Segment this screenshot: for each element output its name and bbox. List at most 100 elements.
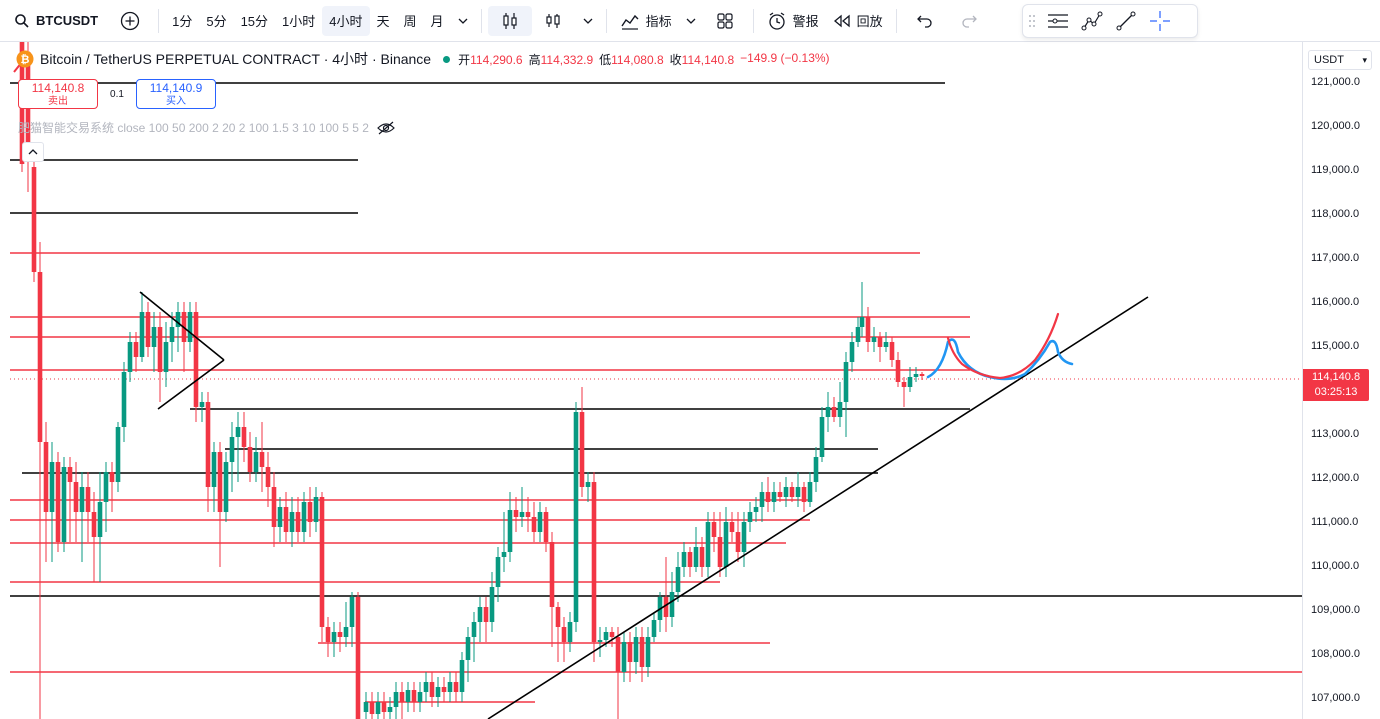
candle-body <box>235 427 241 437</box>
redo-button[interactable] <box>947 6 991 36</box>
drag-handle[interactable] <box>1023 6 1041 36</box>
candle-body <box>507 510 513 552</box>
candle-body <box>597 640 603 642</box>
candle-body <box>151 327 157 347</box>
sell-button[interactable]: 114,140.8 卖出 <box>18 79 98 109</box>
candle-body <box>295 512 301 532</box>
redo-icon <box>961 15 977 28</box>
bar-type-button[interactable] <box>532 6 576 36</box>
candle-body <box>771 492 777 502</box>
candle-body <box>549 542 555 607</box>
candle-body <box>211 452 217 487</box>
candle-body <box>67 467 73 482</box>
chart-pane[interactable] <box>0 42 1302 719</box>
candle-body <box>337 632 343 637</box>
candle-body <box>247 447 253 472</box>
indicators-dropdown[interactable] <box>679 6 703 36</box>
change-value: −149.9 (−0.13%) <box>740 50 830 65</box>
alert-button[interactable]: 警报 <box>760 6 826 36</box>
path-tool[interactable] <box>1075 6 1109 36</box>
divider <box>752 8 754 33</box>
horizontal-lines-tool[interactable] <box>1041 6 1075 36</box>
indicators-label: 指标 <box>645 14 672 29</box>
interval-1m[interactable]: 1分 <box>165 6 199 36</box>
currency-label: USDT <box>1314 54 1344 66</box>
candle-body <box>115 427 121 482</box>
interval-1d[interactable]: 天 <box>370 6 397 36</box>
indicator-legend[interactable]: 肥猫智能交易系统 close 100 50 200 2 20 2 100 1.5… <box>18 119 395 136</box>
candle-body <box>73 482 79 512</box>
price-chart[interactable] <box>0 42 1302 719</box>
candle-body <box>369 702 375 714</box>
layouts-button[interactable] <box>703 6 747 36</box>
candle-body <box>393 692 399 707</box>
price-tick-label: 120,000.0 <box>1311 120 1360 132</box>
candle-body <box>223 462 229 512</box>
price-tick-label: 117,000.0 <box>1311 252 1360 264</box>
compare-symbol-button[interactable] <box>108 6 152 36</box>
candle-body <box>639 637 645 667</box>
alarm-clock-icon <box>768 11 785 30</box>
candle-body <box>687 552 693 567</box>
currency-selector[interactable]: USDT ▾ <box>1308 50 1372 70</box>
current-price-tag: 114,140.8 03:25:13 <box>1303 369 1369 401</box>
candle-body <box>765 492 771 502</box>
symbol-search[interactable]: BTCUSDT <box>0 0 108 42</box>
interval-1w[interactable]: 周 <box>397 6 424 36</box>
candle-body <box>313 497 319 522</box>
candle-body <box>513 510 519 517</box>
indicator-text: 肥猫智能交易系统 close 100 50 200 2 20 2 100 1.5… <box>18 121 369 135</box>
sell-price: 114,140.8 <box>31 81 85 95</box>
price-tick-label: 111,000.0 <box>1311 516 1359 528</box>
candle-body <box>483 607 489 622</box>
replay-button[interactable]: 回放 <box>826 6 890 36</box>
candle-body <box>651 620 657 637</box>
sell-label: 卖出 <box>48 96 68 107</box>
open-value: 114,290.6 <box>470 52 523 67</box>
interval-dropdown[interactable] <box>451 6 475 36</box>
collapse-legend-button[interactable] <box>22 142 44 162</box>
candle-body <box>453 682 459 692</box>
chevron-down-icon: ▾ <box>1362 54 1367 65</box>
divider <box>895 8 897 33</box>
price-axis[interactable]: USDT ▾ 121,000.0 120,000.0 119,000.0 118,00… <box>1302 42 1380 719</box>
undo-icon <box>916 15 932 28</box>
candle-body <box>843 362 849 402</box>
candle-body <box>555 607 561 627</box>
chevron-down-icon <box>583 18 593 24</box>
candle-body <box>55 462 61 542</box>
triangle-upper-line <box>139 291 225 361</box>
interval-1h[interactable]: 1小时 <box>275 6 322 36</box>
candle-body <box>331 632 337 642</box>
grip-icon <box>1029 15 1035 27</box>
interval-15m[interactable]: 15分 <box>234 6 275 36</box>
price-tick-label: 109,000.0 <box>1311 604 1360 616</box>
candle-body <box>741 522 747 552</box>
drawing-toolbar <box>1022 4 1198 38</box>
candle-body <box>241 427 247 447</box>
candles-icon <box>502 12 517 29</box>
chart-legend: ₿ Bitcoin / TetherUS PERPETUAL CONTRACT … <box>16 49 830 69</box>
trend-line-tool[interactable] <box>1109 6 1143 36</box>
bar-chart-icon <box>545 13 560 28</box>
interval-5m[interactable]: 5分 <box>199 6 233 36</box>
interval-1mo[interactable]: 月 <box>424 6 451 36</box>
candle-body <box>567 622 573 642</box>
eye-hidden-icon[interactable] <box>377 121 395 135</box>
candle-body <box>813 457 819 482</box>
low-label: 低 <box>599 52 612 67</box>
trend-line-icon <box>1116 11 1136 31</box>
indicators-button[interactable]: 指标 <box>613 6 679 36</box>
candle-body <box>145 312 151 347</box>
crosshair-tool[interactable] <box>1143 6 1177 36</box>
undo-button[interactable] <box>903 6 947 36</box>
chart-type-dropdown[interactable] <box>576 6 600 36</box>
candle-body <box>91 512 97 537</box>
price-tick-label: 112,000.0 <box>1311 472 1360 484</box>
close-label: 收 <box>669 52 682 67</box>
candles-button[interactable] <box>487 5 532 36</box>
candle-body <box>157 327 163 372</box>
buy-button[interactable]: 114,140.9 买入 <box>136 79 216 109</box>
interval-4h[interactable]: 4小时 <box>322 5 370 36</box>
candle-body <box>97 502 103 537</box>
